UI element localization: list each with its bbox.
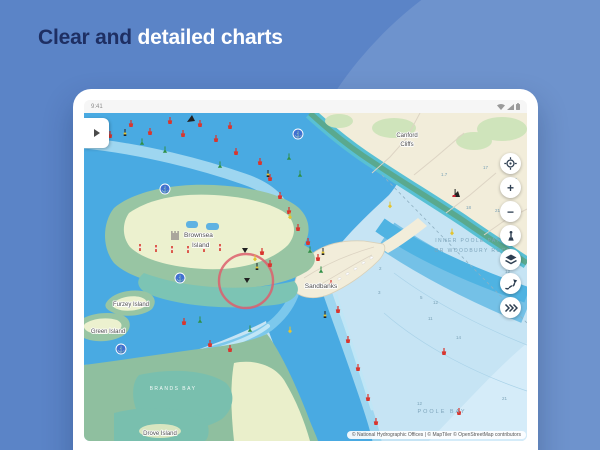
castle-icon bbox=[171, 231, 179, 240]
route-icon bbox=[504, 277, 518, 291]
svg-text:12: 12 bbox=[433, 300, 439, 305]
sidebar-expand-button[interactable] bbox=[84, 118, 109, 148]
svg-text:18: 18 bbox=[466, 205, 472, 210]
app-screen: 9:41 ⚓ bbox=[84, 100, 527, 441]
route-button[interactable] bbox=[500, 273, 521, 294]
expand-arrow-icon bbox=[93, 128, 101, 138]
battery-icon bbox=[516, 103, 520, 110]
chevrons-right-icon bbox=[504, 303, 518, 313]
status-bar: 9:41 bbox=[84, 100, 527, 113]
buoy-marks-button[interactable] bbox=[500, 225, 521, 246]
label-inner-poole-1: INNER POOLE PATCH bbox=[435, 238, 511, 244]
label-drove-island: Drove Island bbox=[143, 431, 177, 437]
label-furzey: Furzey Island bbox=[113, 302, 149, 308]
tablet-mockup: 9:41 ⚓ bbox=[73, 89, 538, 450]
layers-icon bbox=[504, 253, 518, 266]
wifi-icon bbox=[497, 104, 505, 110]
svg-text:14: 14 bbox=[456, 335, 462, 340]
zoom-in-button[interactable]: + bbox=[500, 177, 521, 198]
chart-canvas[interactable]: ⚓ bbox=[84, 113, 527, 441]
chart-layers-button[interactable] bbox=[500, 249, 521, 270]
label-brownsea-2: Island bbox=[192, 242, 210, 249]
svg-text:1.7: 1.7 bbox=[441, 172, 448, 177]
cellular-icon bbox=[507, 104, 514, 110]
buoy-icon bbox=[505, 230, 517, 242]
label-inner-poole-2: OR WOODBURY ROCK bbox=[435, 248, 512, 254]
label-canford-2: Cliffs bbox=[400, 142, 413, 148]
gps-target-icon bbox=[504, 157, 517, 170]
label-green-island: Green Island bbox=[91, 329, 125, 335]
page-title-dark: Clear and bbox=[38, 26, 132, 49]
page-title: Clear and detailed charts bbox=[38, 26, 283, 50]
svg-text:12: 12 bbox=[417, 401, 423, 406]
nautical-chart[interactable]: ⚓ bbox=[84, 113, 527, 441]
page-title-light: detailed charts bbox=[138, 26, 283, 49]
svg-text:11: 11 bbox=[428, 316, 433, 321]
svg-text:17: 17 bbox=[483, 165, 489, 170]
map-attribution[interactable]: © National Hydrographic Offices | © MapT… bbox=[347, 431, 526, 440]
locate-me-button[interactable] bbox=[500, 153, 521, 174]
label-brands-bay: BRANDS BAY bbox=[150, 386, 197, 392]
label-canford-1: Canford bbox=[396, 133, 417, 139]
collapse-panel-button[interactable] bbox=[500, 297, 521, 318]
svg-text:21: 21 bbox=[502, 396, 508, 401]
label-brownsea-1: Brownsea bbox=[184, 232, 213, 239]
hero-background: Clear and detailed charts 9:41 bbox=[0, 0, 600, 450]
label-sandbanks: Sandbanks bbox=[305, 283, 338, 290]
status-time: 9:41 bbox=[91, 104, 103, 110]
zoom-out-button[interactable]: − bbox=[500, 201, 521, 222]
label-poole-bay: POOLE BAY bbox=[417, 409, 466, 415]
